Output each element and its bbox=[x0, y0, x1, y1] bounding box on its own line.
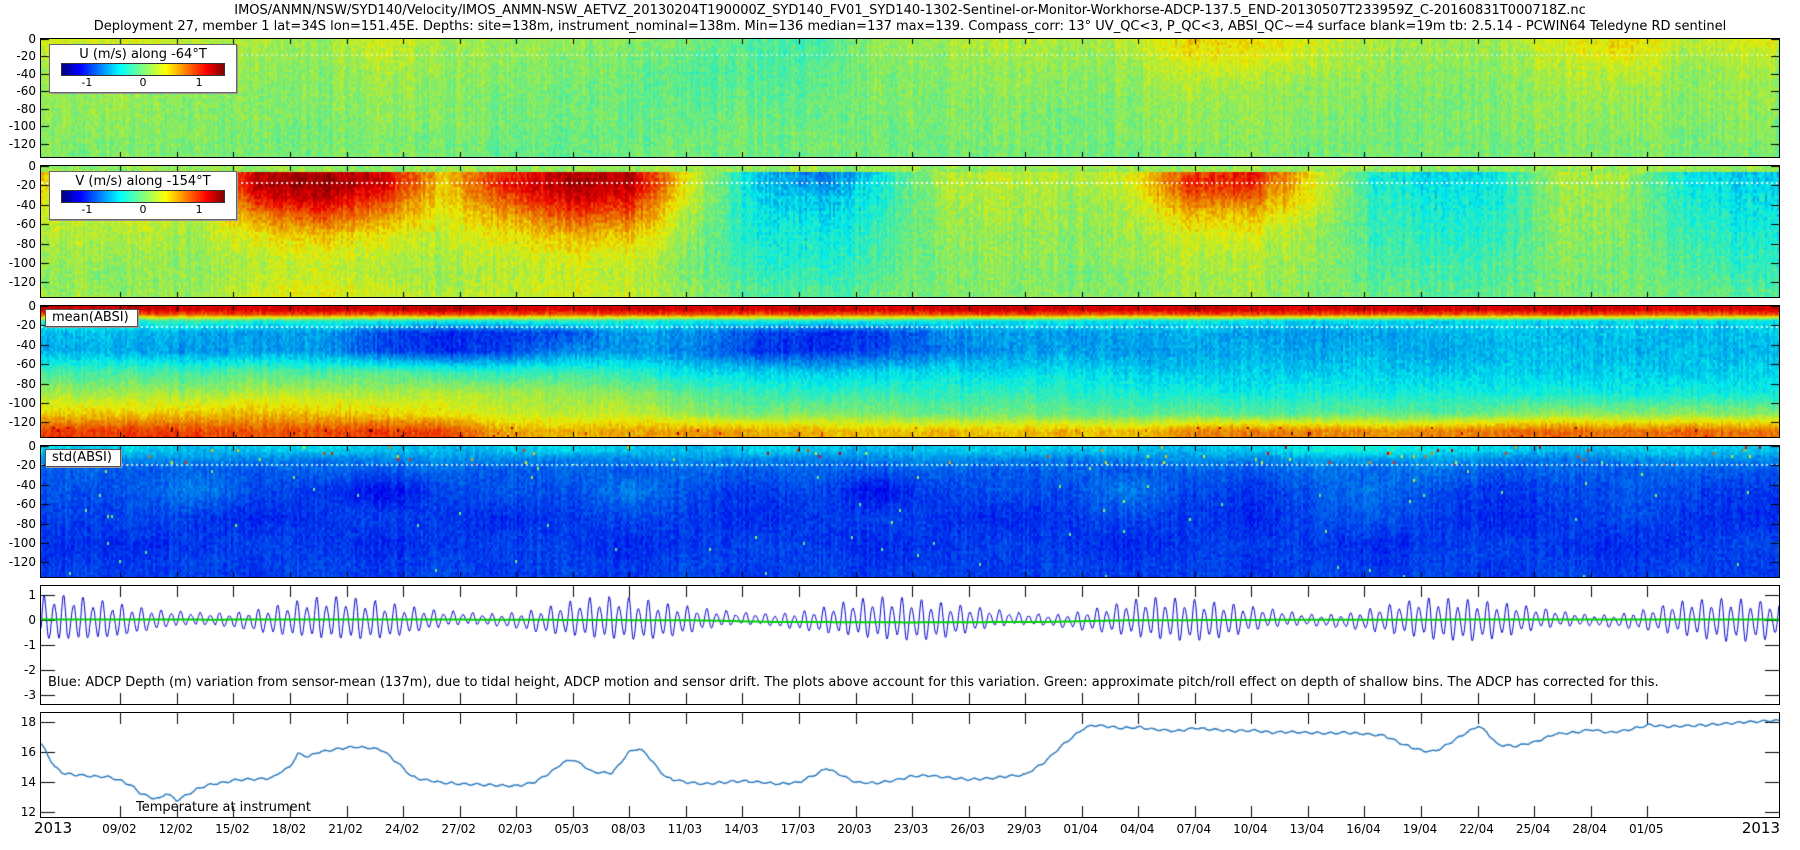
x-date-tick-label: 11/03 bbox=[668, 822, 703, 836]
y-tick-label: -2 bbox=[0, 664, 36, 677]
adcp-multipanel-plot: IMOS/ANMN/NSW/SYD140/Velocity/IMOS_ANMN-… bbox=[0, 0, 1800, 850]
y-tick-label: -40 bbox=[0, 68, 36, 81]
y-tick-label: 0 bbox=[0, 614, 36, 627]
y-tick-label: 18 bbox=[0, 716, 36, 729]
y-tick-label: -20 bbox=[0, 179, 36, 192]
v-velocity-legend-title: V (m/s) along -154°T bbox=[58, 174, 228, 189]
x-date-tick-label: 28/04 bbox=[1572, 822, 1607, 836]
y-tick-label: 1 bbox=[0, 589, 36, 602]
std-absi-heatmap-canvas bbox=[41, 446, 1779, 577]
v-velocity-heatmap-canvas bbox=[41, 166, 1779, 297]
temperature-panel: Temperature at instrument bbox=[40, 712, 1780, 818]
x-date-tick-label: 10/04 bbox=[1233, 822, 1268, 836]
y-tick-label: -20 bbox=[0, 50, 36, 63]
v-velocity-legend: V (m/s) along -154°T -1 0 1 bbox=[49, 171, 237, 220]
plot-subtitle-deployment-info: Deployment 27, member 1 lat=34S lon=151.… bbox=[40, 19, 1780, 34]
x-date-tick-label: 02/03 bbox=[498, 822, 533, 836]
x-date-tick-label: 27/02 bbox=[441, 822, 476, 836]
colorbar-tick-label: -1 bbox=[81, 76, 92, 89]
x-date-tick-label: 26/03 bbox=[950, 822, 985, 836]
y-tick-label: -80 bbox=[0, 378, 36, 391]
y-tick-label: 16 bbox=[0, 746, 36, 759]
y-tick-label: 12 bbox=[0, 806, 36, 819]
x-date-tick-label: 09/02 bbox=[102, 822, 137, 836]
colorbar-tick-label: 0 bbox=[140, 76, 147, 89]
colorbar-tick-label: 1 bbox=[196, 76, 203, 89]
mean-absi-label: mean(ABSI) bbox=[45, 309, 138, 327]
x-date-tick-label: 29/03 bbox=[1007, 822, 1042, 836]
x-date-tick-label: 04/04 bbox=[1120, 822, 1155, 836]
y-tick-label: -120 bbox=[0, 138, 36, 151]
y-tick-label: -3 bbox=[0, 689, 36, 702]
v-velocity-colorbar-ticks: -1 0 1 bbox=[58, 203, 228, 216]
u-velocity-heatmap-canvas bbox=[41, 39, 1779, 157]
y-tick-label: 0 bbox=[0, 440, 36, 453]
y-tick-label: -120 bbox=[0, 556, 36, 569]
y-tick-label: -40 bbox=[0, 199, 36, 212]
y-tick-label: 0 bbox=[0, 300, 36, 313]
y-tick-label: -60 bbox=[0, 85, 36, 98]
y-tick-label: -80 bbox=[0, 518, 36, 531]
x-date-tick-label: 17/03 bbox=[781, 822, 816, 836]
x-date-tick-label: 22/04 bbox=[1459, 822, 1494, 836]
x-date-tick-label: 08/03 bbox=[611, 822, 646, 836]
u-velocity-legend-title: U (m/s) along -64°T bbox=[58, 47, 228, 62]
mean-absi-heatmap-canvas bbox=[41, 306, 1779, 437]
u-velocity-colorbar-ticks: -1 0 1 bbox=[58, 76, 228, 89]
y-tick-label: -120 bbox=[0, 276, 36, 289]
v-velocity-colorbar bbox=[61, 190, 225, 203]
year-label-right: 2013 bbox=[1700, 819, 1780, 837]
x-date-tick-label: 13/04 bbox=[1290, 822, 1325, 836]
y-tick-label: -20 bbox=[0, 459, 36, 472]
x-date-tick-label: 24/02 bbox=[385, 822, 420, 836]
u-velocity-legend: U (m/s) along -64°T -1 0 1 bbox=[49, 44, 237, 93]
x-date-tick-label: 21/02 bbox=[328, 822, 363, 836]
colorbar-tick-label: 0 bbox=[140, 203, 147, 216]
year-label-left: 2013 bbox=[34, 819, 72, 837]
std-absi-panel: std(ABSI) bbox=[40, 445, 1780, 578]
u-velocity-colorbar bbox=[61, 63, 225, 76]
colorbar-tick-label: 1 bbox=[196, 203, 203, 216]
y-tick-label: 0 bbox=[0, 33, 36, 46]
y-tick-label: -80 bbox=[0, 103, 36, 116]
y-tick-label: -100 bbox=[0, 537, 36, 550]
y-tick-label: -60 bbox=[0, 218, 36, 231]
y-tick-label: 0 bbox=[0, 160, 36, 173]
x-date-tick-label: 05/03 bbox=[554, 822, 589, 836]
depth-variation-caption: Blue: ADCP Depth (m) variation from sens… bbox=[48, 675, 1659, 690]
y-tick-label: -80 bbox=[0, 238, 36, 251]
depth-variation-panel: Blue: ADCP Depth (m) variation from sens… bbox=[40, 585, 1780, 705]
plot-title-filename: IMOS/ANMN/NSW/SYD140/Velocity/IMOS_ANMN-… bbox=[40, 3, 1780, 18]
y-tick-label: -60 bbox=[0, 498, 36, 511]
x-date-tick-label: 14/03 bbox=[724, 822, 759, 836]
std-absi-label: std(ABSI) bbox=[45, 449, 121, 467]
x-date-tick-label: 01/04 bbox=[1063, 822, 1098, 836]
x-date-tick-label: 18/02 bbox=[272, 822, 307, 836]
x-date-tick-label: 19/04 bbox=[1403, 822, 1438, 836]
colorbar-tick-label: -1 bbox=[81, 203, 92, 216]
y-tick-label: -120 bbox=[0, 416, 36, 429]
v-velocity-panel: V (m/s) along -154°T -1 0 1 bbox=[40, 165, 1780, 298]
x-date-tick-label: 20/03 bbox=[837, 822, 872, 836]
x-date-tick-label: 16/04 bbox=[1346, 822, 1381, 836]
x-date-tick-label: 07/04 bbox=[1177, 822, 1212, 836]
y-tick-label: -1 bbox=[0, 639, 36, 652]
y-tick-label: -100 bbox=[0, 120, 36, 133]
x-date-tick-label: 23/03 bbox=[894, 822, 929, 836]
x-date-tick-label: 15/02 bbox=[215, 822, 250, 836]
y-tick-label: -100 bbox=[0, 397, 36, 410]
y-tick-label: -60 bbox=[0, 358, 36, 371]
u-velocity-panel: U (m/s) along -64°T -1 0 1 bbox=[40, 38, 1780, 158]
x-date-tick-label: 12/02 bbox=[159, 822, 194, 836]
x-date-tick-label: 01/05 bbox=[1629, 822, 1664, 836]
y-tick-label: -20 bbox=[0, 319, 36, 332]
y-tick-label: -40 bbox=[0, 479, 36, 492]
temperature-label: Temperature at instrument bbox=[136, 800, 311, 815]
y-tick-label: 14 bbox=[0, 776, 36, 789]
mean-absi-panel: mean(ABSI) bbox=[40, 305, 1780, 438]
y-tick-label: -100 bbox=[0, 257, 36, 270]
x-date-tick-label: 25/04 bbox=[1516, 822, 1551, 836]
y-tick-label: -40 bbox=[0, 339, 36, 352]
